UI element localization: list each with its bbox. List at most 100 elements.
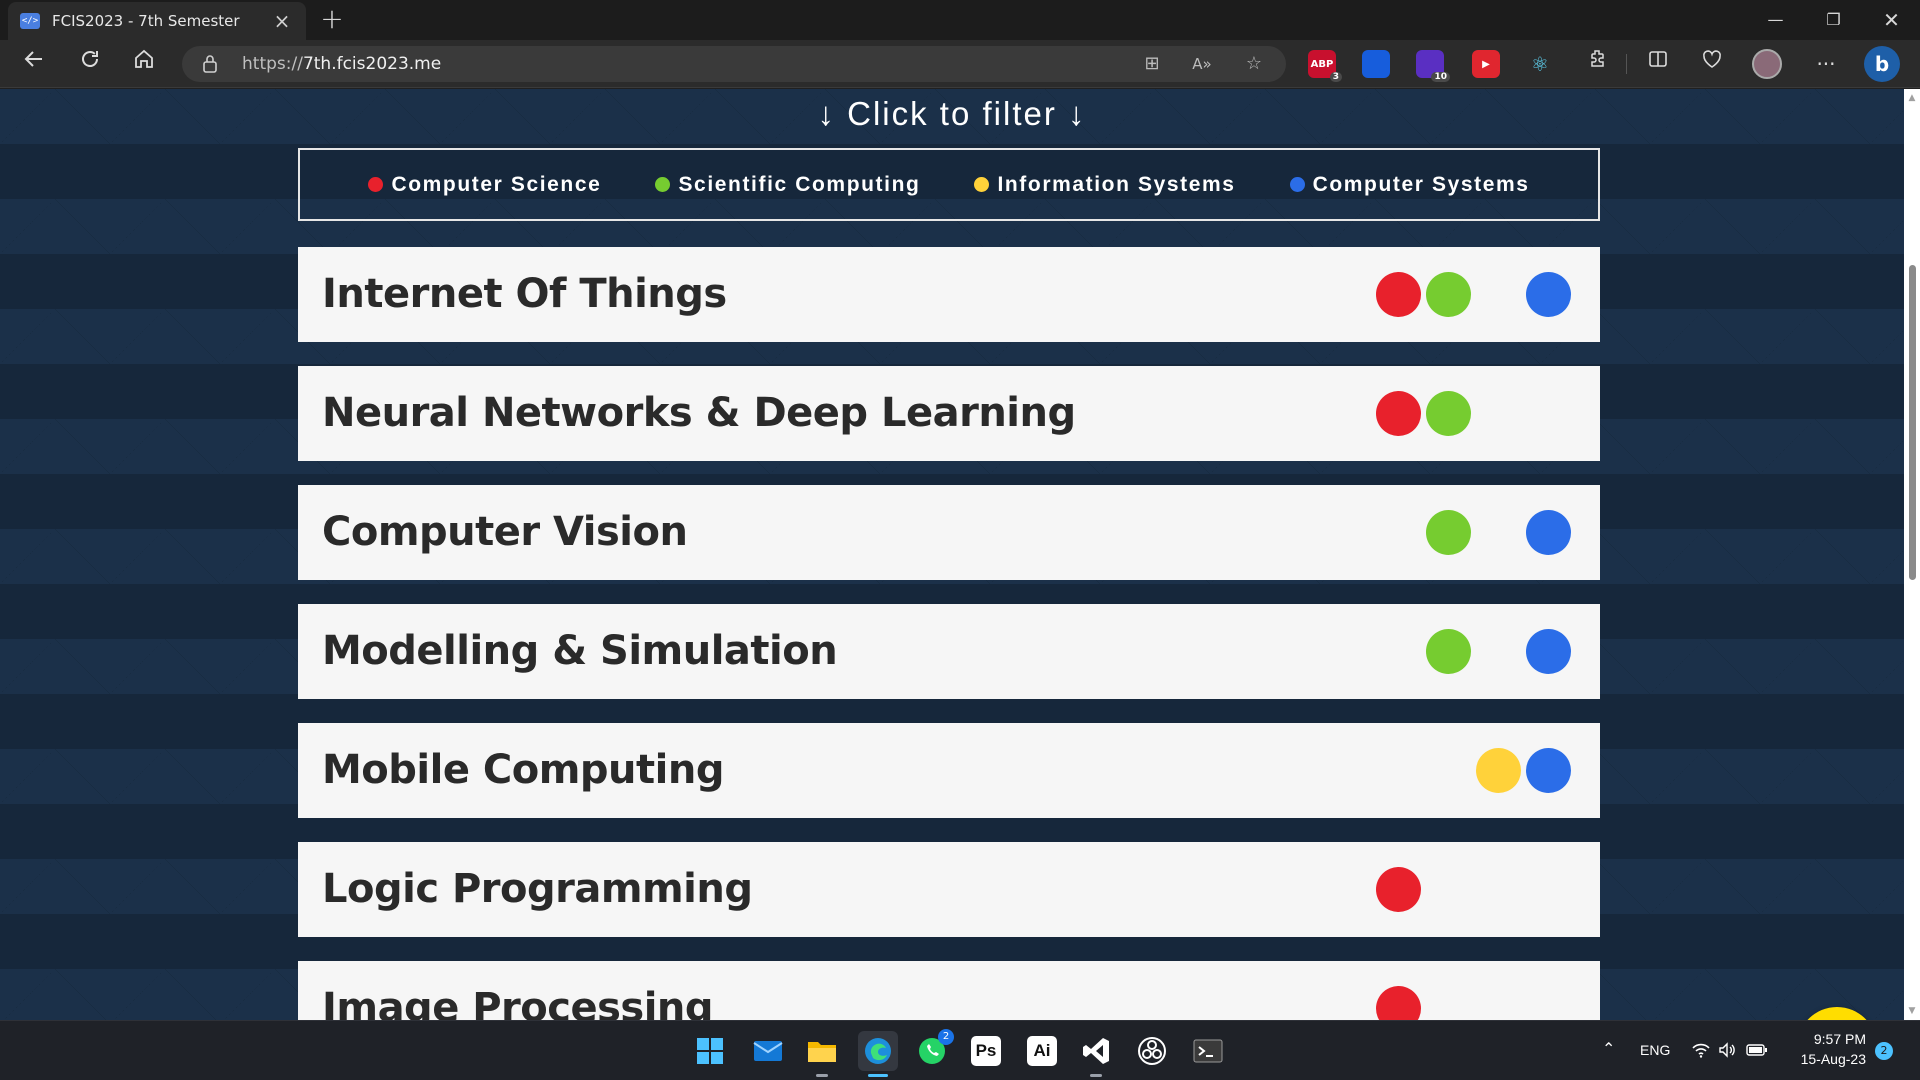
extension-badge: 10 [1431, 72, 1450, 82]
browser-essentials-icon[interactable] [1694, 48, 1730, 80]
close-tab-icon[interactable]: × [270, 9, 294, 33]
bitwarden-icon[interactable] [1362, 50, 1390, 78]
filter-scientific-computing[interactable]: Scientific Computing [655, 173, 920, 197]
course-name: Image Processing [322, 985, 714, 1020]
clock-date[interactable]: 15-Aug-23 [1790, 1051, 1866, 1067]
new-tab-button[interactable]: + [316, 4, 348, 36]
course-card[interactable]: Computer Vision [298, 485, 1600, 580]
more-menu-icon[interactable]: ··· [1808, 48, 1844, 80]
scroll-thumb[interactable] [1909, 265, 1916, 580]
track-dot-computer-systems [1526, 748, 1571, 793]
favicon-icon: </> [20, 13, 40, 29]
youtube-ext-icon[interactable]: ▶ [1472, 50, 1500, 78]
filter-dot-icon [368, 177, 384, 192]
filter-heading: ↓ Click to filter ↓ [817, 95, 1087, 132]
address-bar[interactable]: https://7th.fcis2023.me ⊞ A» ☆ [182, 46, 1286, 82]
course-card[interactable]: Modelling & Simulation [298, 604, 1600, 699]
refresh-button[interactable] [72, 48, 108, 80]
course-name: Internet Of Things [322, 271, 727, 317]
filter-dot-icon [1289, 177, 1305, 192]
filter-computer-science[interactable]: Computer Science [368, 173, 601, 197]
filter-label: Computer Systems [1312, 172, 1530, 196]
home-button[interactable] [126, 48, 162, 80]
extension-purple-icon[interactable]: 10 [1416, 50, 1450, 82]
terminal-icon[interactable] [1188, 1031, 1228, 1071]
buy-me-a-coffee-button[interactable] [1797, 1007, 1877, 1020]
course-card[interactable]: Neural Networks & Deep Learning [298, 366, 1600, 461]
favorite-star-icon[interactable]: ☆ [1242, 52, 1266, 76]
obs-icon[interactable] [1132, 1031, 1172, 1071]
course-name: Logic Programming [322, 866, 753, 912]
course-list: Internet Of Things Neural Networks & Deep… [298, 247, 1600, 1020]
filter-bar: Computer Science Scientific Computing Info… [298, 148, 1600, 221]
tab-bar: </> FCIS2023 - 7th Semester × + — ❐ ✕ [0, 0, 1920, 40]
course-name: Computer Vision [322, 509, 688, 555]
battery-icon[interactable] [1746, 1042, 1768, 1058]
app-badge: 2 [938, 1029, 954, 1045]
address-toolbar: https://7th.fcis2023.me ⊞ A» ☆ ABP 3 10 ▶ ⚛ … [0, 40, 1920, 88]
restore-button[interactable]: ❐ [1806, 0, 1861, 40]
track-dot-computer-systems [1526, 272, 1571, 317]
track-dot-scientific-computing [1426, 629, 1471, 674]
course-card[interactable]: Image Processing [298, 961, 1600, 1020]
bing-copilot-icon[interactable]: b [1864, 46, 1900, 82]
lock-icon[interactable] [202, 54, 218, 74]
illustrator-icon[interactable]: Ai [1022, 1031, 1062, 1071]
scroll-up-arrow-icon[interactable]: ▲ [1904, 91, 1920, 105]
close-window-button[interactable]: ✕ [1864, 0, 1919, 40]
running-indicator [816, 1074, 828, 1077]
browser-tab[interactable]: </> FCIS2023 - 7th Semester × [8, 2, 306, 40]
read-aloud-icon[interactable]: A» [1190, 52, 1214, 76]
profile-avatar[interactable] [1752, 49, 1782, 79]
tab-title: FCIS2023 - 7th Semester [52, 12, 240, 30]
url-text[interactable]: https://7th.fcis2023.me [242, 54, 441, 74]
minimize-button[interactable]: — [1748, 0, 1803, 40]
filter-computer-systems[interactable]: Computer Systems [1289, 172, 1530, 197]
vscode-icon[interactable] [1076, 1031, 1116, 1077]
start-icon[interactable] [690, 1031, 730, 1071]
course-name: Modelling & Simulation [322, 628, 838, 674]
course-card[interactable]: Mobile Computing [298, 723, 1600, 818]
edge-icon[interactable] [858, 1031, 898, 1077]
show-hidden-icons-icon[interactable]: ⌃ [1602, 1039, 1615, 1059]
track-dot-computer-science [1376, 272, 1421, 317]
adblock-plus-icon[interactable]: ABP 3 [1308, 50, 1342, 82]
course-name: Mobile Computing [322, 747, 724, 793]
wifi-icon[interactable] [1692, 1042, 1710, 1058]
filter-label: Computer Science [391, 172, 602, 196]
filter-dot-icon [655, 177, 671, 192]
track-dot-computer-science [1376, 986, 1421, 1020]
file-explorer-icon[interactable] [802, 1031, 842, 1077]
react-devtools-icon[interactable]: ⚛ [1526, 50, 1554, 78]
extensions-icon[interactable] [1580, 48, 1616, 80]
track-dot-computer-science [1376, 391, 1421, 436]
filter-dot-icon [974, 177, 990, 192]
course-card[interactable]: Internet Of Things [298, 247, 1600, 342]
photoshop-icon[interactable]: Ps [966, 1031, 1006, 1071]
split-screen-icon[interactable] [1640, 48, 1676, 80]
track-dot-computer-systems [1526, 629, 1571, 674]
notification-badge[interactable]: 2 [1875, 1042, 1893, 1060]
back-button[interactable] [16, 48, 52, 80]
filter-information-systems[interactable]: Information Systems [974, 173, 1235, 197]
volume-icon[interactable] [1718, 1041, 1736, 1059]
running-indicator [868, 1074, 888, 1077]
whatsapp-icon[interactable]: 2 [912, 1029, 954, 1071]
app-available-icon[interactable]: ⊞ [1140, 52, 1164, 76]
scroll-down-arrow-icon[interactable]: ▼ [1904, 1004, 1920, 1018]
extension-badge: 3 [1329, 72, 1342, 82]
running-indicator [1090, 1074, 1102, 1077]
page-scrollbar[interactable]: ▲ ▼ [1904, 89, 1920, 1020]
filter-label: Information Systems [997, 172, 1236, 196]
language-indicator[interactable]: ENG [1640, 1042, 1670, 1058]
track-dot-information-systems [1476, 748, 1521, 793]
track-dot-computer-science [1376, 867, 1421, 912]
mail-icon[interactable] [748, 1031, 788, 1071]
course-name: Neural Networks & Deep Learning [322, 390, 1076, 436]
course-card[interactable]: Logic Programming [298, 842, 1600, 937]
clock-time[interactable]: 9:57 PM [1808, 1031, 1866, 1047]
track-dot-scientific-computing [1426, 272, 1471, 317]
track-dot-scientific-computing [1426, 510, 1471, 555]
filter-label: Scientific Computing [678, 172, 921, 196]
page-viewport: ↓ Click to filter ↓ Computer Science Scie… [0, 89, 1904, 1020]
